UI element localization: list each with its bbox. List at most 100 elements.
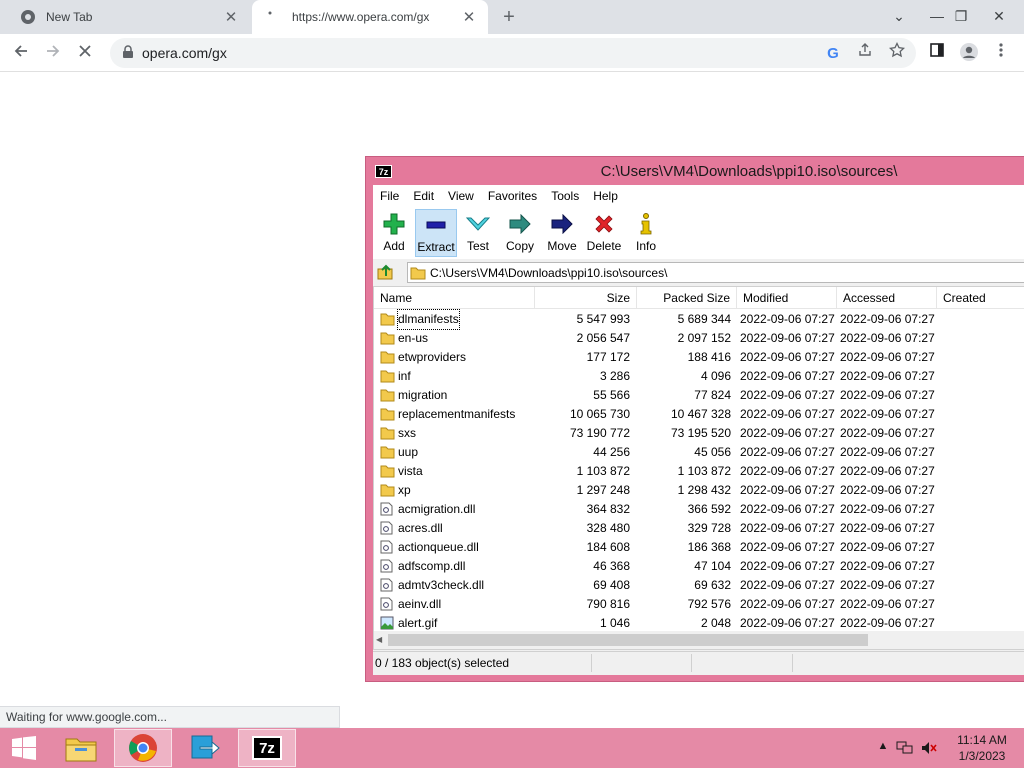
- status-segment: [793, 654, 1024, 672]
- volume-muted-icon[interactable]: [920, 740, 938, 756]
- file-packed-size: 2 097 152: [677, 331, 731, 345]
- file-row[interactable]: xp 1 297 248 1 298 432 2022-09-06 07:27 2022…: [374, 481, 1024, 500]
- add-button[interactable]: Add: [373, 209, 415, 257]
- file-size: 69 408: [593, 578, 630, 592]
- path-text[interactable]: C:\Users\VM4\Downloads\ppi10.iso\sources…: [430, 266, 667, 280]
- column-header-size[interactable]: Size: [535, 287, 637, 309]
- side-panel-icon[interactable]: [926, 42, 948, 64]
- share-icon[interactable]: [854, 42, 876, 64]
- test-button[interactable]: Test: [457, 209, 499, 257]
- file-modified: 2022-09-06 07:27: [740, 540, 835, 554]
- copy-arrow-icon: [499, 209, 541, 239]
- file-row[interactable]: migration 55 566 77 824 2022-09-06 07:27 202…: [374, 386, 1024, 405]
- file-row[interactable]: actionqueue.dll 184 608 186 368 2022-09-06 …: [374, 538, 1024, 557]
- back-icon[interactable]: [6, 38, 36, 68]
- move-button[interactable]: Move: [541, 209, 583, 257]
- file-name: adfscomp.dll: [398, 559, 466, 573]
- file-modified: 2022-09-06 07:27: [740, 559, 835, 573]
- file-list[interactable]: Name Size Packed Size Modified Accessed …: [373, 286, 1024, 650]
- more-menu-icon[interactable]: [990, 42, 1012, 64]
- file-row[interactable]: etwproviders 177 172 188 416 2022-09-06 07:…: [374, 348, 1024, 367]
- new-tab-button[interactable]: +: [496, 4, 522, 30]
- close-window-button[interactable]: ✕: [982, 0, 1016, 34]
- file-row[interactable]: acmigration.dll 364 832 366 592 2022-09-06 …: [374, 500, 1024, 519]
- network-icon[interactable]: [896, 740, 914, 756]
- file-modified: 2022-09-06 07:27: [740, 407, 835, 421]
- file-row[interactable]: admtv3check.dll 69 408 69 632 2022-09-06 07…: [374, 576, 1024, 595]
- file-row[interactable]: acres.dll 328 480 329 728 2022-09-06 07:27 2…: [374, 519, 1024, 538]
- chrome-taskbar-icon[interactable]: [114, 729, 172, 767]
- tab-close-icon[interactable]: ✕: [220, 8, 242, 26]
- google-icon[interactable]: G: [822, 42, 844, 64]
- file-row[interactable]: vista 1 103 872 1 103 872 2022-09-06 07:27 2…: [374, 462, 1024, 481]
- url-text[interactable]: opera.com/gx: [142, 45, 227, 61]
- file-name: acmigration.dll: [398, 502, 476, 516]
- file-row[interactable]: adfscomp.dll 46 368 47 104 2022-09-06 07:27…: [374, 557, 1024, 576]
- file-size: 44 256: [593, 445, 630, 459]
- copy-button[interactable]: Copy: [499, 209, 541, 257]
- lock-icon[interactable]: [122, 44, 134, 62]
- menu-edit[interactable]: Edit: [406, 189, 441, 203]
- 7zip-titlebar[interactable]: 7z C:\Users\VM4\Downloads\ppi10.iso\sour…: [366, 157, 1024, 185]
- file-modified: 2022-09-06 07:27: [740, 445, 835, 459]
- file-row[interactable]: en-us 2 056 547 2 097 152 2022-09-06 07:27 2…: [374, 329, 1024, 348]
- file-modified: 2022-09-06 07:27: [740, 312, 835, 326]
- remote-app-taskbar-icon[interactable]: [176, 729, 234, 767]
- file-row[interactable]: aeinv.dll 790 816 792 576 2022-09-06 07:27 2…: [374, 595, 1024, 614]
- tab-new-tab[interactable]: New Tab ✕: [0, 0, 250, 34]
- delete-button[interactable]: Delete: [583, 209, 625, 257]
- forward-icon[interactable]: [38, 38, 68, 68]
- horizontal-scrollbar[interactable]: ◀: [374, 631, 1024, 649]
- status-segment: [692, 654, 793, 672]
- restore-button[interactable]: ❐: [944, 0, 978, 34]
- info-button[interactable]: Info: [625, 209, 667, 257]
- up-folder-icon[interactable]: [377, 263, 397, 283]
- dll-file-icon: [380, 578, 394, 592]
- file-name: sxs: [398, 426, 416, 440]
- file-name: aeinv.dll: [398, 597, 442, 611]
- tab-opera-gx[interactable]: https://www.opera.com/gx ✕: [252, 0, 488, 34]
- file-accessed: 2022-09-06 07:27: [840, 521, 935, 535]
- menu-tools[interactable]: Tools: [544, 189, 586, 203]
- taskbar-clock[interactable]: 11:14 AM 1/3/2023: [946, 732, 1018, 764]
- scrollbar-thumb[interactable]: [388, 634, 868, 646]
- show-hidden-icons-chevron-icon[interactable]: ▲: [874, 740, 892, 756]
- move-label: Move: [547, 239, 577, 253]
- file-row[interactable]: replacementmanifests 10 065 730 10 467 328…: [374, 405, 1024, 424]
- column-header-accessed[interactable]: Accessed: [837, 287, 937, 309]
- folder-icon: [380, 483, 395, 497]
- file-name: en-us: [398, 331, 429, 345]
- column-header-created[interactable]: Created: [937, 287, 1024, 309]
- profile-avatar-icon[interactable]: [958, 42, 980, 64]
- menu-file[interactable]: File: [373, 189, 406, 203]
- file-name: admtv3check.dll: [398, 578, 485, 592]
- file-row[interactable]: uup 44 256 45 056 2022-09-06 07:27 2022-09-0…: [374, 443, 1024, 462]
- tab-search-button[interactable]: ⌄: [882, 0, 916, 34]
- 7zip-taskbar-icon[interactable]: 7z: [238, 729, 296, 767]
- menu-favorites[interactable]: Favorites: [481, 189, 544, 203]
- column-header-name[interactable]: Name: [374, 287, 535, 309]
- menu-view[interactable]: View: [441, 189, 481, 203]
- file-name: inf: [398, 369, 411, 383]
- column-header-packed-size[interactable]: Packed Size: [637, 287, 737, 309]
- stop-loading-icon[interactable]: [70, 38, 100, 68]
- file-size: 5 547 993: [576, 312, 630, 326]
- bookmark-star-icon[interactable]: [886, 41, 908, 64]
- column-header-modified[interactable]: Modified: [737, 287, 837, 309]
- path-field[interactable]: C:\Users\VM4\Downloads\ppi10.iso\sources…: [407, 262, 1024, 283]
- file-modified: 2022-09-06 07:27: [740, 464, 835, 478]
- extract-button[interactable]: Extract: [415, 209, 457, 257]
- file-packed-size: 77 824: [694, 388, 731, 402]
- file-explorer-taskbar-icon[interactable]: [52, 729, 110, 767]
- file-row[interactable]: dlmanifests 5 547 993 5 689 344 2022-09-06 …: [374, 309, 1024, 330]
- file-row[interactable]: inf 3 286 4 096 2022-09-06 07:27 2022-09-06 …: [374, 367, 1024, 386]
- file-packed-size: 45 056: [694, 445, 731, 459]
- file-modified: 2022-09-06 07:27: [740, 350, 835, 364]
- address-bar[interactable]: opera.com/gx: [110, 38, 916, 68]
- file-size: 46 368: [593, 559, 630, 573]
- start-button[interactable]: [0, 729, 48, 767]
- menu-help[interactable]: Help: [586, 189, 625, 203]
- scroll-left-arrow-icon[interactable]: ◀: [376, 634, 386, 646]
- tab-close-icon[interactable]: ✕: [458, 8, 480, 26]
- file-row[interactable]: sxs 73 190 772 73 195 520 2022-09-06 07:27 2…: [374, 424, 1024, 443]
